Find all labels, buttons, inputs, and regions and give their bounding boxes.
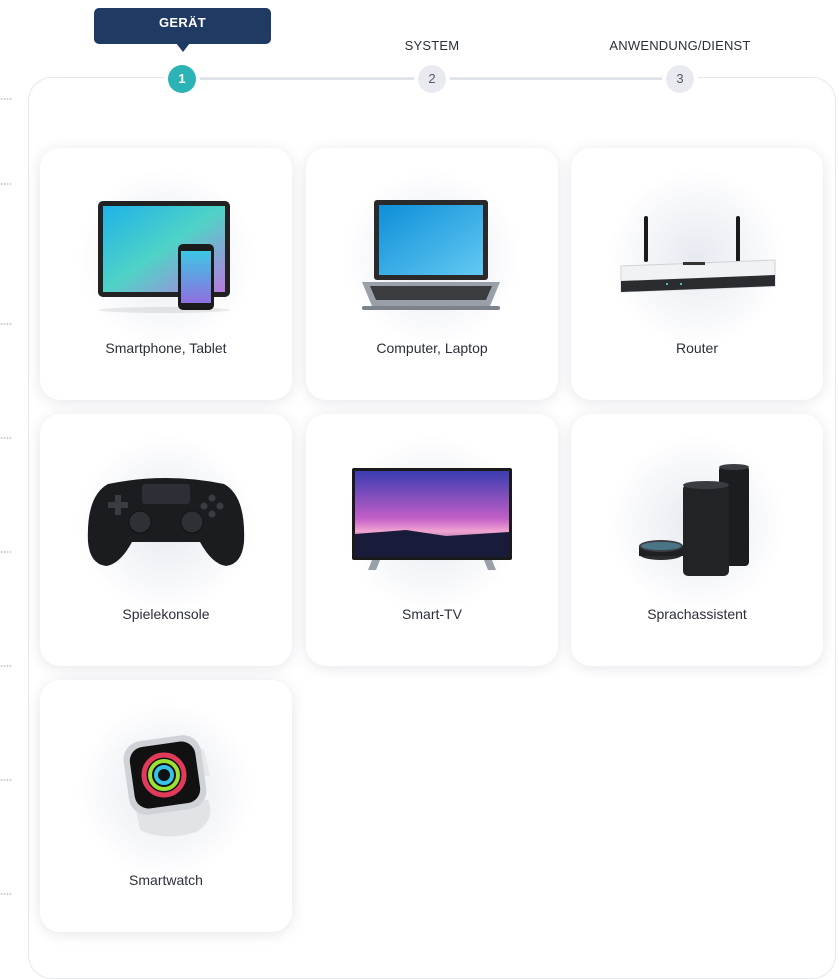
device-card-smartphone-tablet[interactable]: Smartphone, Tablet: [40, 148, 292, 400]
smartwatch-icon: [123, 735, 211, 837]
device-card-spielekonsole[interactable]: Spielekonsole: [40, 414, 292, 666]
step-label-anwendung: ANWENDUNG/DIENST: [609, 38, 751, 53]
device-label: Smartphone, Tablet: [105, 340, 227, 356]
device-card-sprachassistent[interactable]: Sprachassistent: [571, 414, 823, 666]
device-label: Smartwatch: [129, 872, 203, 888]
router-icon: [620, 216, 776, 293]
device-label: Computer, Laptop: [376, 340, 488, 356]
step-connector-2: [446, 78, 666, 80]
step-1-circle[interactable]: 1: [168, 65, 196, 93]
gamepad-icon: [87, 478, 245, 566]
device-label: Smart-TV: [402, 606, 462, 622]
progress-stepper: GERÄT SYSTEM ANWENDUNG/DIENST 1 2 3: [0, 0, 839, 100]
laptop-icon: [362, 200, 500, 310]
device-label: Sprachassistent: [647, 606, 747, 622]
step-3-circle[interactable]: 3: [666, 65, 694, 93]
step-label-system: SYSTEM: [404, 38, 460, 53]
smart-speaker-icon: [639, 464, 749, 576]
device-card-computer-laptop[interactable]: Computer, Laptop: [306, 148, 558, 400]
device-card-smart-tv[interactable]: Smart-TV: [306, 414, 558, 666]
left-dotted-guides: [0, 0, 14, 940]
active-step-label: GERÄT: [94, 8, 271, 52]
step-2-circle[interactable]: 2: [418, 65, 446, 93]
device-label: Router: [675, 340, 719, 356]
device-card-smartwatch[interactable]: Smartwatch: [40, 680, 292, 932]
device-label: Spielekonsole: [122, 606, 210, 622]
device-card-router[interactable]: Router: [571, 148, 823, 400]
tv-icon: [352, 468, 512, 570]
step-connector-1: [196, 78, 418, 80]
tablet-phone-icon: [98, 201, 230, 313]
